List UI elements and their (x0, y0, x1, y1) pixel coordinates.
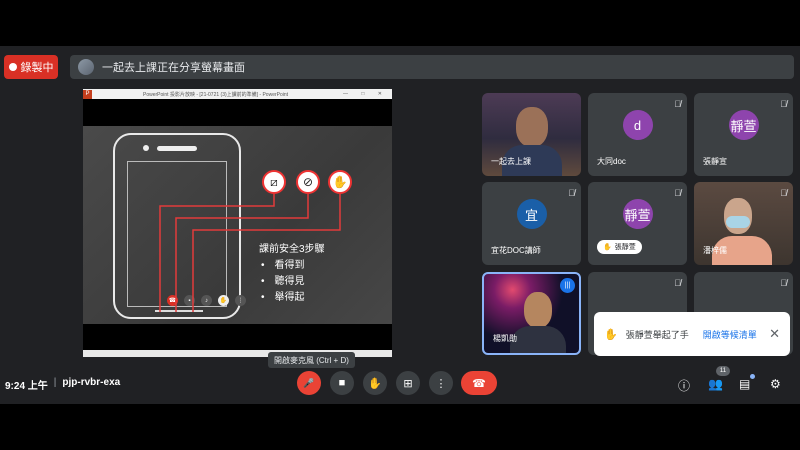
mic-off-icon: 🎙̸ (780, 278, 787, 288)
avatar-initial: d (622, 110, 653, 140)
hand-icon: ✋ (368, 377, 382, 390)
mic-off-icon: ⊘ (296, 170, 320, 194)
mic-off-icon: 🎙̸ (780, 99, 787, 109)
mic-tooltip: 開啟麥克風 (Ctrl + D) (268, 352, 355, 368)
camera-toggle-button[interactable]: ■ (330, 371, 354, 395)
participant-name: 張靜萱 (614, 244, 636, 251)
hand-raised-notification: ✋ 張靜萱舉起了手 開啟等候清單 ✕ (594, 312, 790, 356)
slide-letterbox-bottom (83, 324, 392, 350)
recording-indicator: 錄製中 (4, 55, 58, 79)
participant-tile[interactable]: ||| 楊凱勛 (482, 272, 581, 355)
avatar-initial: 靜萱 (622, 199, 653, 229)
participant-name: 一起去上課 (491, 157, 531, 166)
participant-tile[interactable]: 🎙̸ 潘梓儒 (694, 182, 793, 265)
more-icon: ⋮ (435, 377, 447, 390)
more-options-button[interactable]: ⋮ (429, 371, 453, 395)
people-count-badge: 11 (716, 366, 730, 376)
avatar-initial: 靜萱 (728, 110, 759, 140)
avatar-initial: 宜 (516, 199, 547, 229)
ppt-window-title: PowerPoint 投影片放映 - [21-0721 (3)上課前的準備] -… (143, 91, 289, 98)
raise-hand-button[interactable]: ✋ (363, 371, 387, 395)
participant-video (524, 292, 552, 328)
close-icon[interactable]: ✕ (769, 326, 780, 342)
recording-label: 錄製中 (20, 62, 54, 74)
powerpoint-logo-icon: P (83, 89, 92, 99)
hand-icon: ✋ (603, 244, 612, 251)
end-call-icon: ☎ (472, 377, 486, 390)
mic-off-icon: 🎙̸ (780, 188, 787, 198)
mic-off-icon: 🎙̸ (674, 278, 681, 288)
info-icon[interactable]: ⓘ (678, 377, 690, 394)
participant-tile[interactable]: 🎙̸ 靜萱 ✋ 張靜萱 (588, 182, 687, 265)
mic-off-icon: 🎤 (303, 377, 315, 388)
mic-off-icon: 🎙̸ (674, 188, 681, 198)
participant-name: 宜花DOC講師 (491, 246, 541, 255)
presenting-banner: 一起去上課正在分享螢幕畫面 (70, 55, 794, 79)
participant-tile[interactable]: 🎙̸ 靜萱 張靜宣 (694, 93, 793, 176)
notification-text: 張靜萱舉起了手 (625, 329, 689, 340)
participant-name: 潘梓儒 (703, 246, 727, 255)
separator: | (53, 377, 57, 388)
mic-off-icon: 🎙̸ (674, 99, 681, 109)
participant-name: 楊凱勛 (493, 334, 517, 343)
connector-camera (159, 194, 275, 312)
participant-tile[interactable]: 🎙̸ 宜 宜花DOC講師 (482, 182, 581, 265)
slide-title: 課前安全3步驟 (259, 244, 325, 255)
present-icon: ⊞ (403, 377, 413, 390)
banner-text: 一起去上課正在分享螢幕畫面 (102, 62, 245, 74)
chat-icon[interactable]: ▤ (739, 377, 750, 391)
step-item: 舉得起 (259, 290, 325, 306)
open-queue-link[interactable]: 開啟等候清單 (703, 328, 757, 341)
hand-icon: ✋ (604, 328, 618, 341)
participant-video-mask (726, 216, 750, 228)
avatar (78, 59, 94, 75)
slide: ☎ ▪ ♪ ✋ ⋮ ⧄ ⊘ ✋ 課前安全3步驟 看得到 聽 (83, 126, 392, 324)
present-button[interactable]: ⊞ (396, 371, 420, 395)
participant-video-body (510, 326, 566, 353)
mic-off-icon: 🎙̸ (568, 188, 575, 198)
leave-call-button[interactable]: ☎ (461, 371, 497, 395)
mic-toggle-button[interactable]: 🎤 (297, 371, 321, 395)
meet-window: 錄製中 一起去上課正在分享螢幕畫面 P PowerPoint 投影片放映 - [… (0, 46, 800, 404)
step-item: 聽得見 (259, 274, 325, 290)
meeting-info: 9:24 上午 | pjp-rvbr-exa (5, 377, 120, 392)
step-item: 看得到 (259, 258, 325, 274)
participant-name: 大同doc (597, 157, 626, 166)
raised-hand-badge: ✋ 張靜萱 (597, 240, 642, 254)
speaking-icon: ||| (560, 278, 575, 293)
shared-screen: P PowerPoint 投影片放映 - [21-0721 (3)上課前的準備]… (83, 89, 392, 357)
participant-name: 張靜宣 (703, 157, 727, 166)
window-controls: — □ ✕ (343, 91, 388, 97)
meeting-code: pjp-rvbr-exa (62, 377, 121, 388)
participant-video (516, 107, 548, 147)
chat-unread-dot (750, 374, 755, 379)
record-dot-icon (8, 63, 17, 71)
clock: 9:24 上午 (5, 381, 48, 392)
participant-tile[interactable]: 一起去上課 (482, 93, 581, 176)
participant-tile[interactable]: 🎙̸ d 大同doc (588, 93, 687, 176)
activities-icon[interactable]: ⚙ (770, 377, 781, 391)
camera-off-icon: ⧄ (262, 170, 286, 194)
people-icon[interactable]: 👥 (708, 377, 723, 391)
hand-icon: ✋ (328, 170, 352, 194)
slide-letterbox-top (83, 99, 392, 126)
connector-lines (159, 194, 341, 312)
camera-icon: ■ (338, 377, 346, 389)
steps-list: 課前安全3步驟 看得到 聽得見 舉得起 (259, 242, 325, 306)
ppt-titlebar: P PowerPoint 投影片放映 - [21-0721 (3)上課前的準備]… (83, 89, 392, 99)
